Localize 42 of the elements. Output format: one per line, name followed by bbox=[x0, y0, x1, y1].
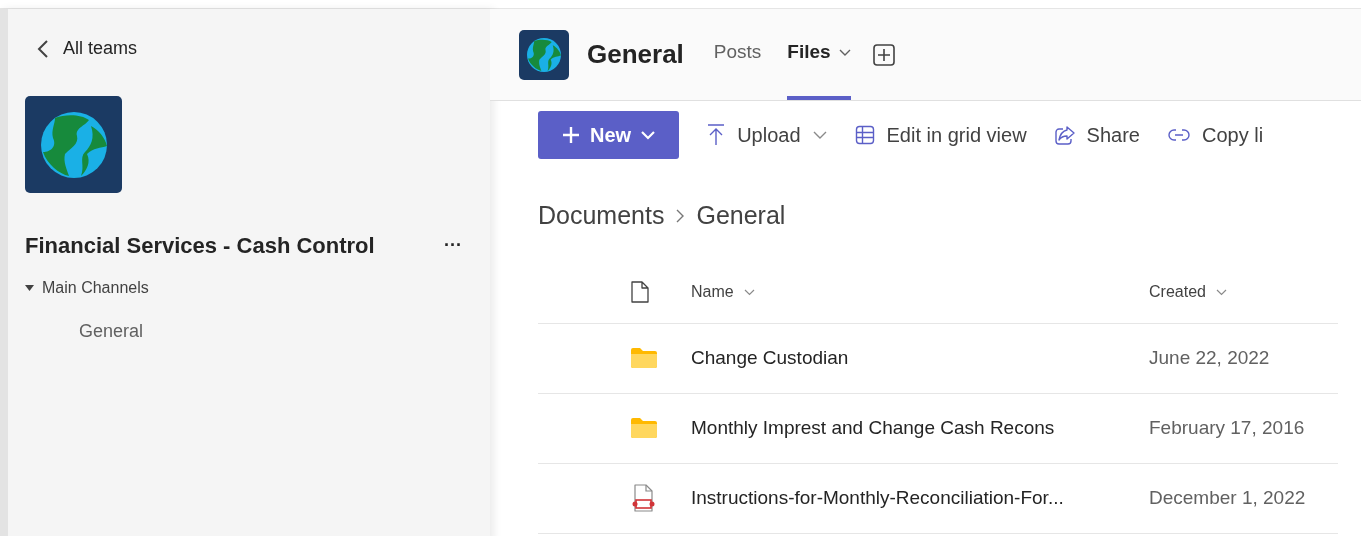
created-date: December 1, 2022 bbox=[1149, 485, 1306, 510]
new-button[interactable]: New bbox=[538, 111, 680, 159]
add-icon bbox=[872, 43, 895, 66]
channel-logo bbox=[519, 29, 569, 80]
tab[interactable]: Files bbox=[787, 9, 851, 100]
breadcrumb-current: General bbox=[696, 200, 786, 231]
file-name[interactable]: Change Custodian bbox=[691, 343, 1149, 373]
back-chevron-icon bbox=[37, 39, 49, 58]
file-type-icon bbox=[630, 281, 650, 303]
file-name[interactable]: Instructions-for-Monthly-Reconciliation-For... bbox=[691, 483, 1149, 513]
tab[interactable]: Posts bbox=[713, 9, 762, 100]
chevron-right-icon bbox=[676, 208, 685, 223]
column-header[interactable]: Name bbox=[691, 280, 1149, 304]
created-date: February 17, 2016 bbox=[1149, 415, 1305, 440]
chevron-down-icon bbox=[743, 288, 755, 296]
toolbar-button[interactable]: Share bbox=[1054, 111, 1140, 159]
toolbar-button[interactable]: Edit in grid view bbox=[854, 111, 1027, 159]
add-tab-button[interactable] bbox=[872, 43, 895, 66]
toolbar-button[interactable]: Copy li bbox=[1167, 111, 1264, 159]
link-icon bbox=[1167, 129, 1190, 141]
channel-group-header[interactable]: Main Channels bbox=[25, 276, 149, 300]
chevron-down-icon bbox=[1215, 288, 1227, 296]
file-row[interactable]: Monthly Imprest and Change Cash Recons February 17, 2016 bbox=[538, 393, 1338, 464]
file-row[interactable]: Change Custodian June 22, 2022 bbox=[538, 323, 1338, 394]
grid-icon bbox=[854, 125, 875, 145]
share-icon bbox=[1054, 125, 1075, 145]
file-row[interactable]: Instructions-for-Monthly-Reconciliation-For... December 1, 2022 bbox=[538, 463, 1338, 534]
pdf-file-icon bbox=[630, 484, 656, 512]
more-options-button[interactable]: ··· bbox=[436, 232, 470, 259]
back-link[interactable]: All teams bbox=[37, 35, 138, 62]
channel-title: General bbox=[587, 38, 684, 71]
team-name: Financial Services - Cash Control bbox=[25, 232, 375, 260]
folder-icon bbox=[630, 347, 658, 369]
upload-icon bbox=[707, 124, 726, 146]
breadcrumb-link[interactable]: Documents bbox=[538, 197, 665, 235]
folder-icon bbox=[630, 417, 658, 439]
created-date: June 22, 2022 bbox=[1149, 345, 1270, 370]
column-header[interactable]: Created bbox=[1149, 280, 1227, 304]
channel-item[interactable]: General bbox=[75, 318, 148, 345]
file-name[interactable]: Monthly Imprest and Change Cash Recons bbox=[691, 413, 1149, 443]
plus-icon bbox=[562, 126, 580, 144]
toolbar-button[interactable]: Upload bbox=[707, 111, 827, 159]
